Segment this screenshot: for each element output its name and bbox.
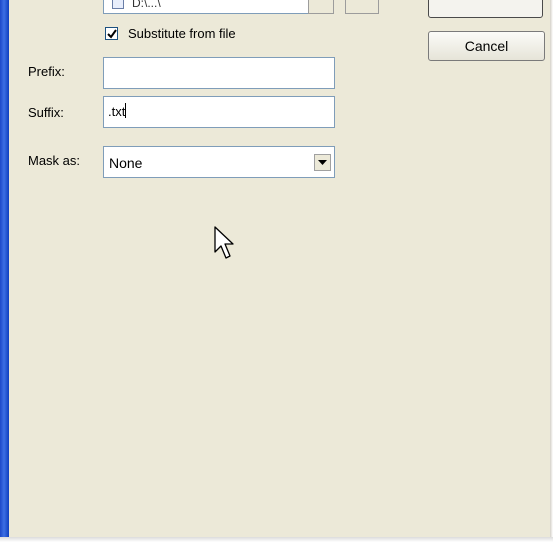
path-combo[interactable]: D:\...\ [103, 0, 327, 14]
cancel-button[interactable]: Cancel [428, 31, 545, 61]
prefix-input[interactable] [103, 57, 335, 89]
window-frame-left [0, 0, 9, 542]
mouse-pointer-icon [214, 226, 234, 259]
window-frame-bottom [0, 537, 553, 542]
chevron-down-icon [318, 160, 327, 165]
checkmark-icon [107, 29, 117, 39]
text-caret [125, 103, 127, 118]
dialog-window: D:\...\ Substitute from file Cancel Pref… [0, 0, 551, 540]
suffix-input[interactable]: .txt [103, 96, 335, 128]
mask-as-label: Mask as: [28, 153, 81, 168]
suffix-value: .txt [108, 104, 126, 119]
prefix-label: Prefix: [28, 64, 65, 79]
ok-button[interactable] [428, 0, 543, 18]
document-icon [112, 0, 124, 9]
mask-as-select[interactable]: None [103, 146, 335, 178]
mask-as-value: None [109, 155, 143, 171]
path-combo-text: D:\...\ [132, 0, 161, 10]
browse-button[interactable] [345, 0, 379, 14]
substitute-from-file-label[interactable]: Substitute from file [128, 26, 236, 41]
substitute-from-file-checkbox[interactable] [105, 27, 118, 40]
mask-as-dropdown-button[interactable] [314, 154, 331, 171]
path-dropdown-button[interactable] [308, 0, 334, 14]
suffix-label: Suffix: [28, 105, 64, 120]
